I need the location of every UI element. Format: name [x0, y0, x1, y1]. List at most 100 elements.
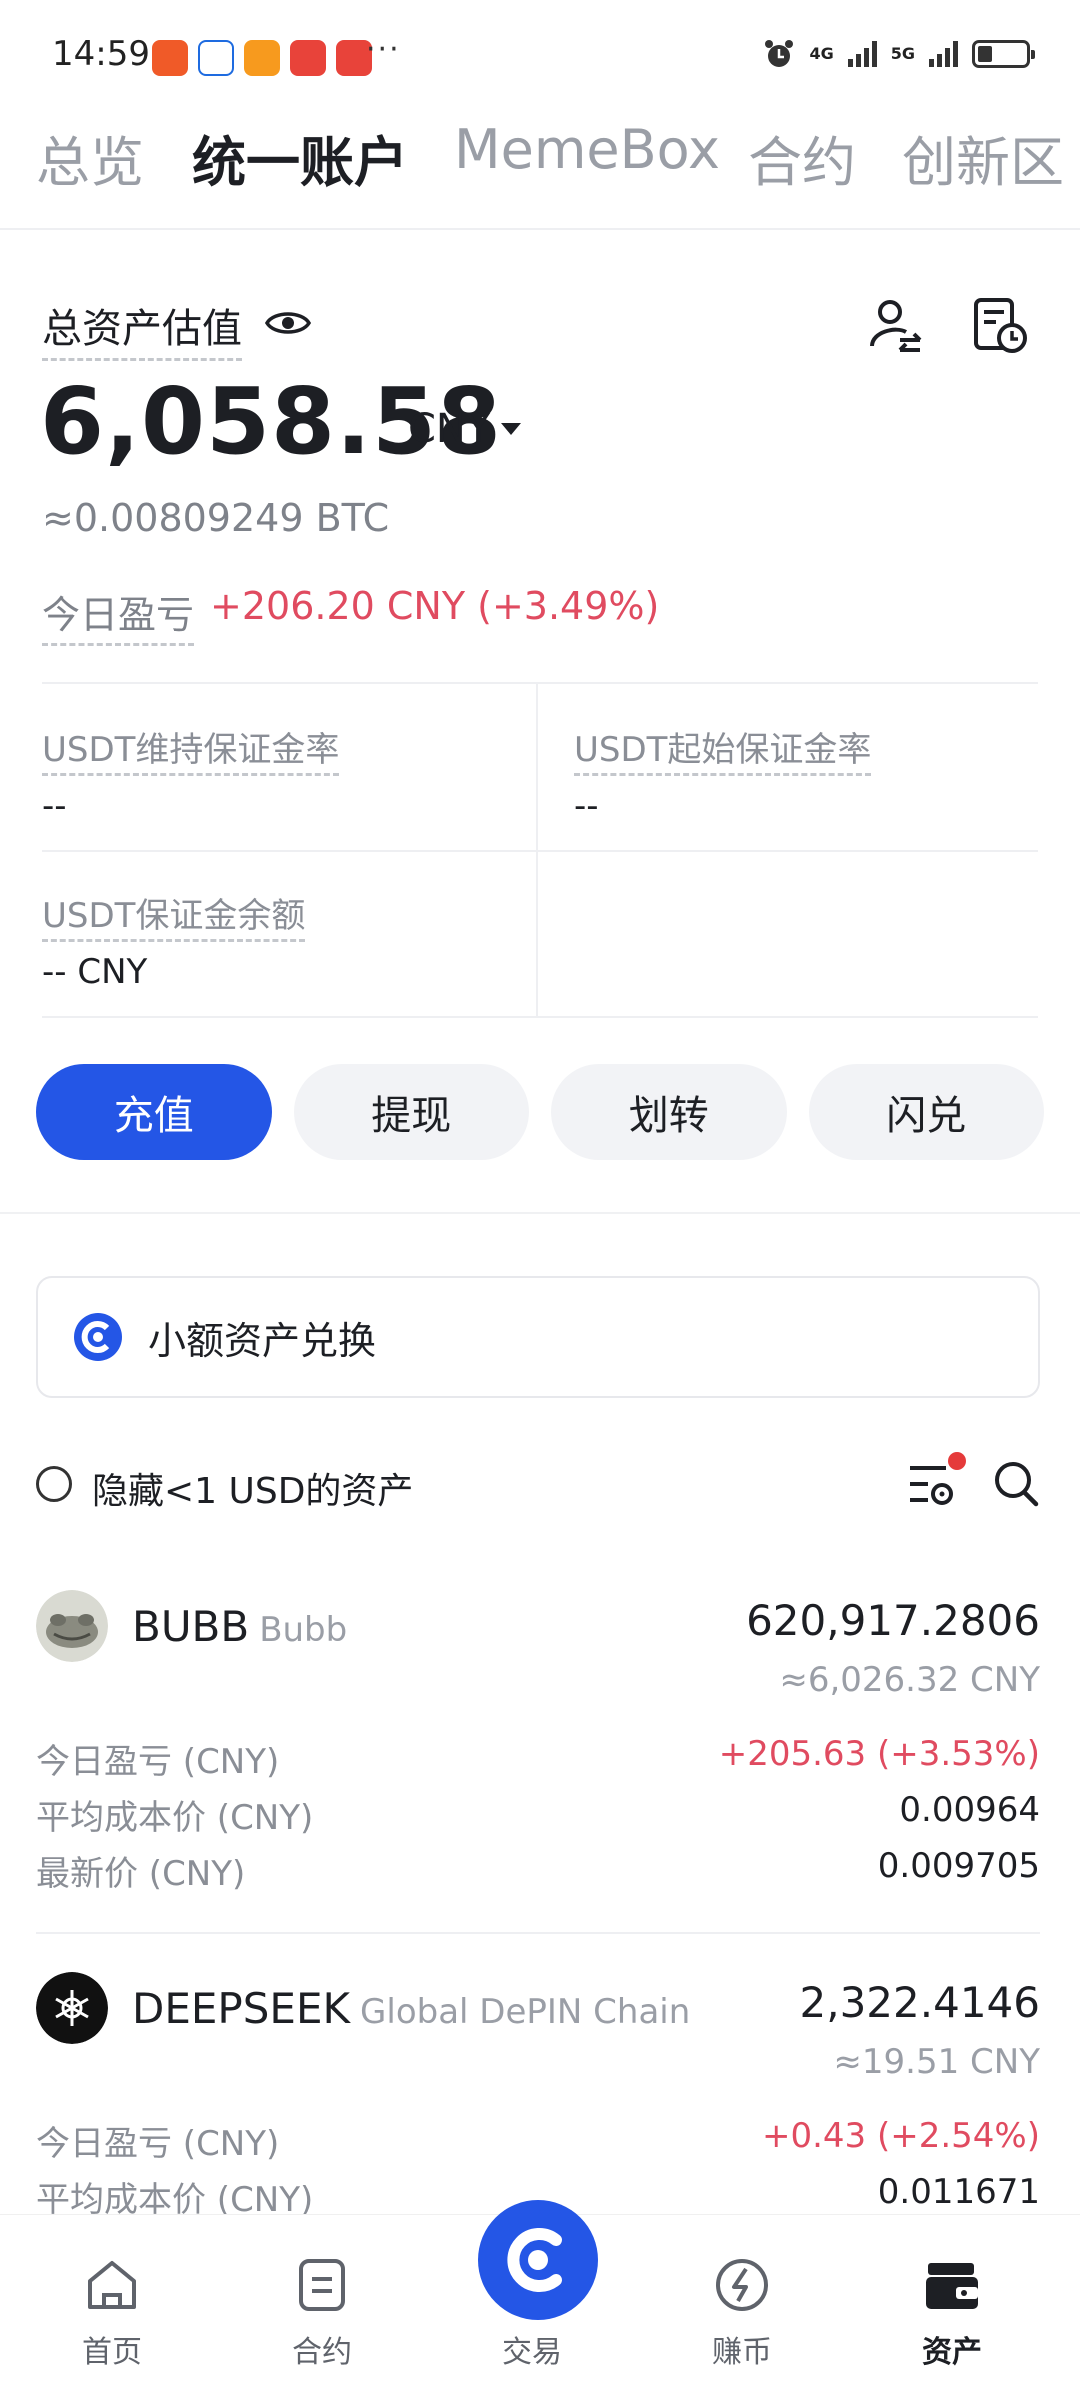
- grid-divider: [42, 850, 1038, 852]
- status-bar: 14:59 ··· 4G 5G: [0, 0, 1080, 100]
- signal-icon: [929, 41, 958, 67]
- asset-symbol: BUBB Bubb: [132, 1602, 347, 1651]
- today-pnl-label[interactable]: 今日盈亏: [42, 584, 195, 646]
- margin-info-grid: USDT维持保证金率 -- USDT起始保证金率 -- USDT保证金余额 --…: [42, 682, 1038, 1018]
- nav-assets[interactable]: 资产: [862, 2215, 1042, 2388]
- initial-margin-label[interactable]: USDT起始保证金率: [574, 722, 872, 776]
- nav-earn[interactable]: 赚币: [652, 2215, 832, 2388]
- asset-name: Bubb: [259, 1610, 348, 1650]
- network-type-2: 5G: [890, 44, 915, 63]
- app-notification-icon: [198, 40, 234, 76]
- app-notification-icon: [244, 40, 280, 76]
- network-type-1: 4G: [809, 44, 834, 63]
- row-value: 0.00964: [899, 1790, 1040, 1830]
- section-divider: [0, 1212, 1080, 1214]
- asset-row-last-price: 最新价 (CNY) 0.009705: [36, 1846, 1040, 1894]
- alarm-icon: [765, 40, 794, 67]
- account-switch-icon[interactable]: [866, 296, 926, 356]
- maint-margin-cell: USDT维持保证金率 --: [42, 722, 340, 826]
- nav-trade-label: 交易: [502, 2335, 562, 2370]
- nav-home[interactable]: 首页: [22, 2215, 202, 2388]
- initial-margin-value: --: [574, 786, 599, 826]
- maint-margin-label[interactable]: USDT维持保证金率: [42, 722, 340, 776]
- convert-logo-icon: [74, 1313, 122, 1361]
- asset-symbol: DEEPSEEK Global DePIN Chain: [132, 1984, 690, 2033]
- row-value: 0.011671: [877, 2172, 1040, 2212]
- grid-divider: [42, 1016, 1038, 1018]
- maint-margin-value: --: [42, 786, 67, 826]
- row-value: +0.43 (+2.54%): [761, 2116, 1040, 2156]
- asset-symbol-text: DEEPSEEK: [132, 1984, 351, 2033]
- hide-small-assets-label[interactable]: 隐藏<1 USD的资产: [92, 1462, 413, 1514]
- tab-memebox[interactable]: MemeBox: [454, 118, 720, 181]
- tab-innovation[interactable]: 创新区: [902, 118, 1064, 197]
- nav-futures-label: 合约: [292, 2335, 352, 2370]
- asset-name: Global DePIN Chain: [360, 1992, 691, 2032]
- futures-icon: [299, 2259, 345, 2311]
- tab-futures[interactable]: 合约: [748, 118, 856, 197]
- margin-balance-value: -- CNY: [42, 952, 148, 992]
- action-buttons: 充值 提现 划转 闪兑: [36, 1064, 1044, 1160]
- asset-amount: 620,917.2806: [746, 1596, 1040, 1645]
- today-pnl-value: +206.20 CNY (+3.49%): [210, 584, 660, 628]
- row-label: 今日盈亏 (CNY): [36, 2124, 280, 2164]
- asset-filter-row: 隐藏<1 USD的资产: [36, 1452, 1040, 1514]
- search-icon[interactable]: [992, 1458, 1040, 1510]
- wallet-icon: [926, 2263, 978, 2309]
- currency-label: CNY: [408, 406, 491, 452]
- earn-icon: [716, 2259, 768, 2311]
- row-value: 0.009705: [877, 1846, 1040, 1886]
- tab-unified-account[interactable]: 统一账户: [192, 118, 408, 197]
- asset-symbol-text: BUBB: [132, 1602, 250, 1651]
- eye-icon[interactable]: [264, 306, 312, 340]
- currency-selector[interactable]: CNY: [408, 406, 522, 452]
- hide-small-assets-radio[interactable]: [36, 1466, 72, 1502]
- small-asset-convert-card[interactable]: 小额资产兑换: [36, 1276, 1040, 1398]
- row-label: 平均成本价 (CNY): [36, 2180, 314, 2214]
- asset-row-pnl: 今日盈亏 (CNY) +0.43 (+2.54%): [36, 2116, 1040, 2164]
- initial-margin-cell: USDT起始保证金率 --: [574, 722, 872, 826]
- status-time: 14:59: [52, 34, 150, 74]
- asset-cny-value: ≈6,026.32 CNY: [779, 1660, 1040, 1700]
- status-indicators: 4G 5G: [763, 38, 1035, 70]
- more-notifications: ···: [366, 32, 401, 67]
- nav-home-label: 首页: [82, 2335, 142, 2370]
- nav-earn-label: 赚币: [712, 2335, 772, 2370]
- trade-button[interactable]: [478, 2200, 598, 2320]
- app-notification-icon: [152, 40, 188, 76]
- row-label: 最新价 (CNY): [36, 1854, 246, 1894]
- margin-balance-label[interactable]: USDT保证金余额: [42, 888, 306, 942]
- caret-down-icon: [501, 423, 522, 435]
- asset-item-deepseek[interactable]: DEEPSEEK Global DePIN Chain 2,322.4146 ≈1…: [36, 1972, 1040, 2214]
- notification-dot: [948, 1452, 966, 1470]
- asset-row-avg-cost: 平均成本价 (CNY) 0.00964: [36, 1790, 1040, 1838]
- asset-cny-value: ≈19.51 CNY: [833, 2042, 1040, 2082]
- battery-icon: [972, 40, 1035, 68]
- small-asset-convert-label: 小额资产兑换: [148, 1318, 377, 1363]
- history-icon[interactable]: [970, 296, 1030, 356]
- row-label: 今日盈亏 (CNY): [36, 1742, 280, 1782]
- deepseek-avatar: [36, 1972, 108, 2044]
- asset-row-pnl: 今日盈亏 (CNY) +205.63 (+3.53%): [36, 1734, 1040, 1782]
- app-notification-icon: [290, 40, 326, 76]
- tab-overview[interactable]: 总览: [36, 118, 144, 197]
- list-divider: [36, 1932, 1040, 1934]
- battery-level: [978, 46, 992, 62]
- convert-button[interactable]: 闪兑: [808, 1064, 1044, 1160]
- nav-assets-label: 资产: [922, 2335, 982, 2370]
- deposit-button[interactable]: 充值: [36, 1064, 272, 1160]
- transfer-button[interactable]: 划转: [551, 1064, 787, 1160]
- row-label: 平均成本价 (CNY): [36, 1798, 314, 1838]
- btc-equivalent: ≈0.00809249 BTC: [42, 496, 390, 540]
- total-assets-label[interactable]: 总资产估值: [42, 296, 242, 361]
- trade-logo-icon: [507, 2228, 562, 2292]
- asset-item-bubb[interactable]: BUBB Bubb 620,917.2806 ≈6,026.32 CNY 今日盈亏…: [36, 1590, 1040, 1910]
- withdraw-button[interactable]: 提现: [293, 1064, 529, 1160]
- nav-futures[interactable]: 合约: [232, 2215, 412, 2388]
- asset-amount: 2,322.4146: [799, 1978, 1040, 2027]
- signal-icon: [847, 41, 877, 67]
- bubb-avatar: [36, 1590, 108, 1662]
- margin-balance-cell: USDT保证金余额 -- CNY: [42, 888, 306, 992]
- home-icon: [88, 2261, 136, 2309]
- notification-icons: [152, 40, 372, 76]
